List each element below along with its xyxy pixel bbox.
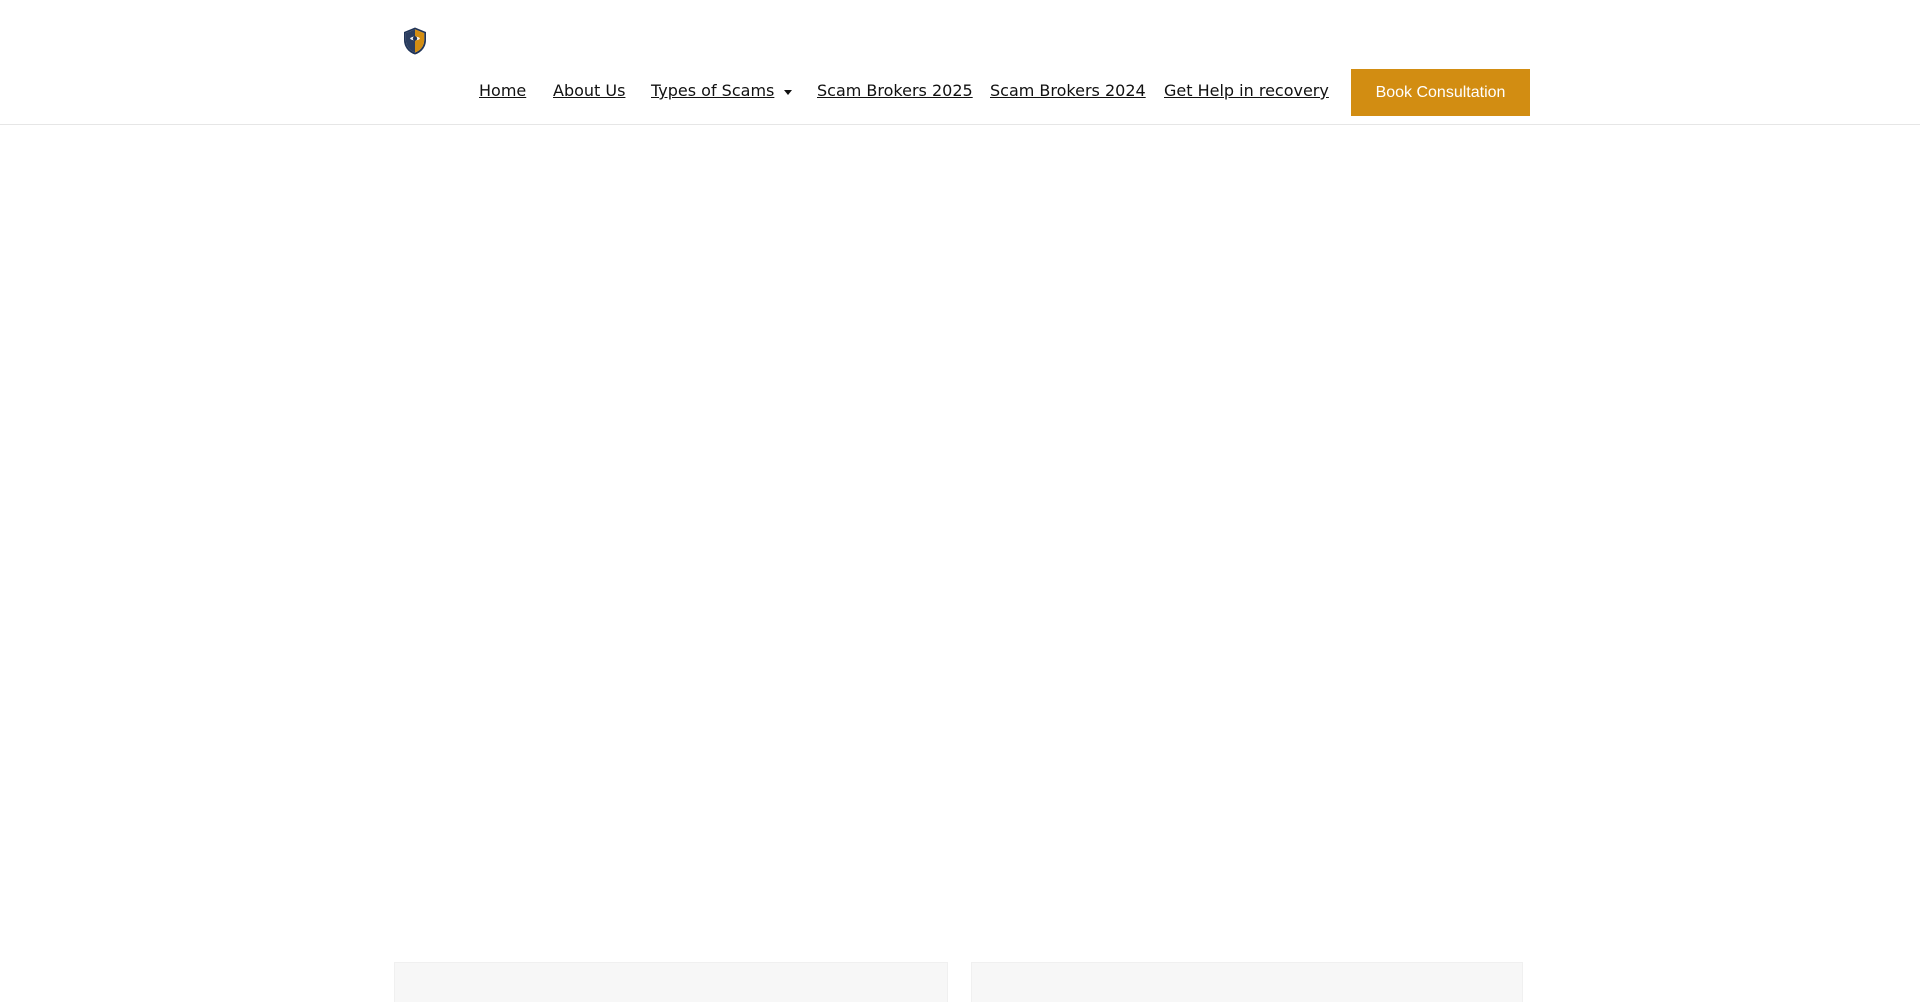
post-card[interactable] — [971, 962, 1523, 1002]
site-logo[interactable] — [401, 26, 429, 56]
nav-scam-brokers-2025-link[interactable]: Scam Brokers 2025 — [817, 81, 973, 101]
chevron-down-icon — [784, 89, 793, 95]
nav-types-of-scams-link[interactable]: Types of Scams — [651, 81, 793, 101]
book-consultation-button[interactable]: Book Consultation — [1351, 69, 1530, 116]
nav-about-link[interactable]: About Us — [553, 81, 625, 101]
nav-home-link[interactable]: Home — [479, 81, 526, 101]
nav-types-of-scams-label: Types of Scams — [651, 81, 775, 100]
shield-logo-icon — [404, 27, 426, 55]
post-card[interactable] — [394, 962, 948, 1002]
nav-get-help-link[interactable]: Get Help in recovery — [1164, 81, 1329, 101]
nav-scam-brokers-2024-link[interactable]: Scam Brokers 2024 — [990, 81, 1146, 101]
site-header: Home About Us Types of Scams Scam Broker… — [0, 0, 1920, 125]
